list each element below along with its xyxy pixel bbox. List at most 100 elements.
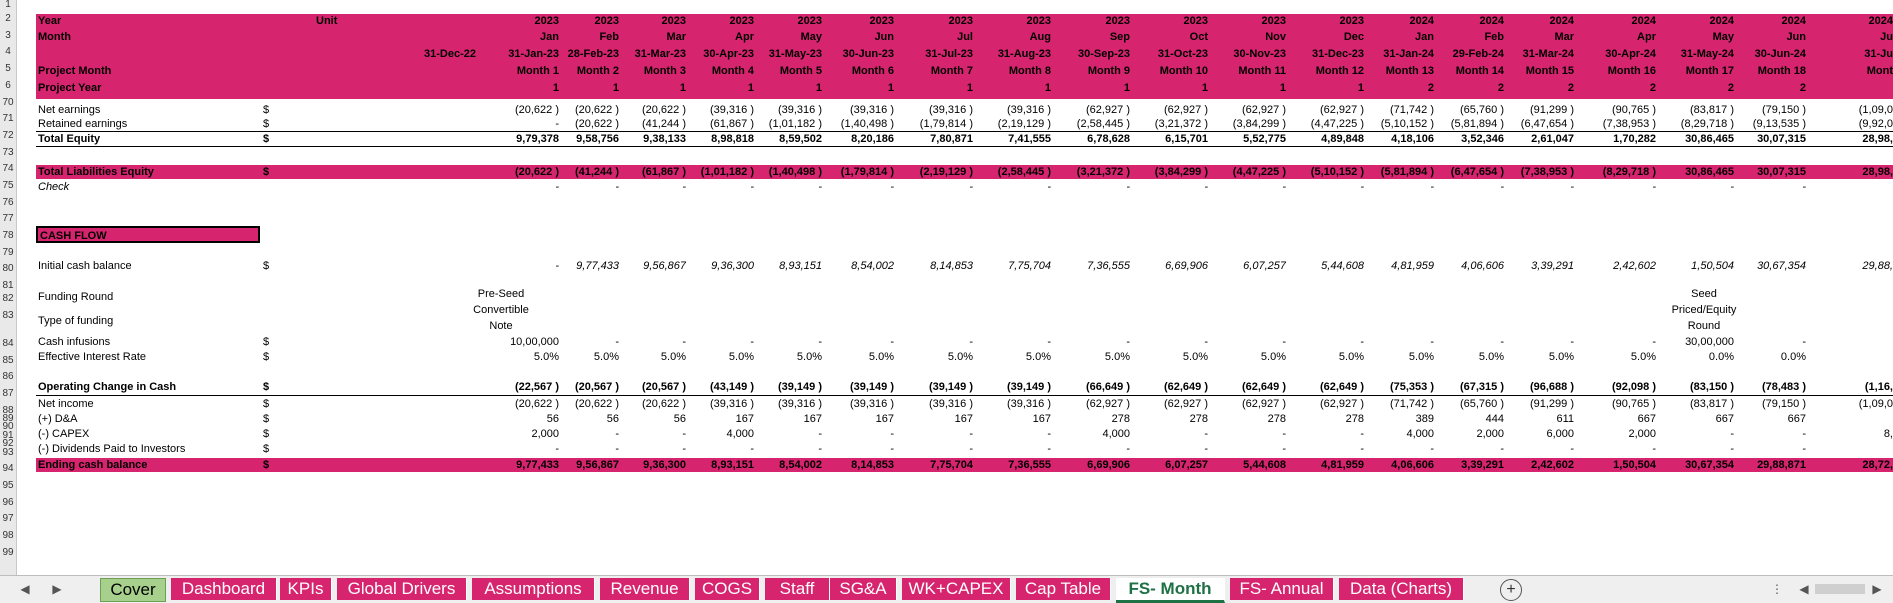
value-cell[interactable]: -: [1356, 181, 1434, 194]
header-dates[interactable]: 31-May-24: [1660, 48, 1734, 61]
value-cell[interactable]: 389: [1356, 413, 1434, 426]
row-number[interactable]: 78: [0, 229, 16, 243]
value-cell[interactable]: 7,41,555: [973, 133, 1051, 146]
value-cell[interactable]: (78,483 ): [1728, 381, 1806, 394]
value-cell[interactable]: 5.0%: [1356, 351, 1434, 364]
header-dates[interactable]: 28-Feb-23: [545, 48, 619, 61]
value-cell[interactable]: -: [1286, 443, 1364, 456]
value-cell[interactable]: (75,353 ): [1356, 381, 1434, 394]
value-cell[interactable]: 30,86,465: [1656, 133, 1734, 146]
value-cell[interactable]: 5.0%: [973, 351, 1051, 364]
header-dates[interactable]: 31-May-23: [748, 48, 822, 61]
row-number[interactable]: 5: [0, 62, 16, 76]
value-cell[interactable]: -: [1208, 181, 1286, 194]
value-cell[interactable]: (62,649 ): [1130, 381, 1208, 394]
header-project-months[interactable]: Month 4: [680, 65, 754, 78]
value-cell[interactable]: (4,47,225 ): [1208, 166, 1286, 179]
value-cell[interactable]: 4,06,606: [1426, 260, 1504, 273]
header-project-months[interactable]: Month 15: [1500, 65, 1574, 78]
sheet-tab-fs-month[interactable]: FS- Month: [1116, 578, 1225, 603]
unit-cell[interactable]: $: [263, 413, 283, 426]
header-project-months[interactable]: Month 18: [1732, 65, 1806, 78]
value-cell[interactable]: (39,316 ): [973, 398, 1051, 411]
project-year-label[interactable]: Project Year: [38, 82, 158, 95]
unit-cell[interactable]: $: [263, 118, 283, 131]
funding-type-seed[interactable]: Priced/Equity: [1664, 304, 1744, 317]
value-cell[interactable]: 5.0%: [608, 351, 686, 364]
value-cell[interactable]: (39,149 ): [973, 381, 1051, 394]
row-number[interactable]: 4: [0, 45, 16, 59]
unit-cell[interactable]: $: [263, 133, 283, 146]
value-cell[interactable]: -: [895, 428, 973, 441]
header-years[interactable]: 2024: [1660, 15, 1734, 28]
value-cell[interactable]: (7,38,953 ): [1496, 166, 1574, 179]
value-cell[interactable]: -: [1578, 336, 1656, 349]
value-cell[interactable]: 7,75,704: [973, 260, 1051, 273]
value-cell[interactable]: (20,622 ): [608, 104, 686, 117]
value-cell[interactable]: -: [1578, 443, 1656, 456]
row-number[interactable]: 70: [0, 96, 16, 110]
value-cell[interactable]: 4,18,106: [1356, 133, 1434, 146]
row-label-total_equity[interactable]: Total Equity: [38, 133, 278, 146]
header-years[interactable]: 2024: [1732, 15, 1806, 28]
header-project-months[interactable]: Month 9: [1056, 65, 1130, 78]
header-months[interactable]: Nov: [1212, 31, 1286, 44]
value-cell[interactable]: (62,927 ): [1130, 398, 1208, 411]
value-cell[interactable]: -: [608, 336, 686, 349]
header-dates[interactable]: 31-Dec-23: [1290, 48, 1364, 61]
header-dates[interactable]: 30-Apr-24: [1582, 48, 1656, 61]
value-cell[interactable]: 0.0%: [1728, 351, 1806, 364]
value-cell[interactable]: 8,: [1815, 428, 1893, 441]
header-years[interactable]: 2023: [612, 15, 686, 28]
row-label-cash_infusions[interactable]: Cash infusions: [38, 336, 278, 349]
value-cell[interactable]: 7,36,555: [1052, 260, 1130, 273]
header-years[interactable]: 2023: [545, 15, 619, 28]
header-project-years[interactable]: 2: [1582, 82, 1656, 95]
value-cell[interactable]: 444: [1426, 413, 1504, 426]
value-cell[interactable]: (43,149 ): [676, 381, 754, 394]
scroll-left-icon[interactable]: ◀: [16, 580, 34, 598]
value-cell[interactable]: -: [1728, 428, 1806, 441]
value-cell[interactable]: 5.0%: [1426, 351, 1504, 364]
value-cell[interactable]: (39,149 ): [895, 381, 973, 394]
value-cell[interactable]: 9,38,133: [608, 133, 686, 146]
value-cell[interactable]: 8,98,818: [676, 133, 754, 146]
value-cell[interactable]: 8,59,502: [744, 133, 822, 146]
value-cell[interactable]: 8,14,853: [816, 459, 894, 472]
value-cell[interactable]: 7,36,555: [973, 459, 1051, 472]
header-project-years[interactable]: 2: [1732, 82, 1806, 95]
value-cell[interactable]: (2,19,129 ): [973, 118, 1051, 131]
value-cell[interactable]: 4,89,848: [1286, 133, 1364, 146]
value-cell[interactable]: 8,54,002: [744, 459, 822, 472]
value-cell[interactable]: 29,88,: [1815, 260, 1893, 273]
header-project-months[interactable]: Month 6: [820, 65, 894, 78]
value-cell[interactable]: (66,649 ): [1052, 381, 1130, 394]
value-cell[interactable]: -: [1496, 443, 1574, 456]
value-cell[interactable]: -: [1208, 428, 1286, 441]
value-cell[interactable]: -: [1426, 336, 1504, 349]
value-cell[interactable]: -: [1052, 443, 1130, 456]
value-cell[interactable]: 278: [1052, 413, 1130, 426]
row-number[interactable]: 74: [0, 162, 16, 176]
value-cell[interactable]: -: [973, 336, 1051, 349]
value-cell[interactable]: (8,29,718 ): [1578, 166, 1656, 179]
row-label-dividends[interactable]: (-) Dividends Paid to Investors: [38, 443, 278, 456]
more-options-icon[interactable]: ⋮: [1768, 580, 1786, 598]
header-project-years[interactable]: 2: [1500, 82, 1574, 95]
header-dates[interactable]: 31-Oct-23: [1134, 48, 1208, 61]
header-months[interactable]: Mar: [1500, 31, 1574, 44]
value-cell[interactable]: -: [1496, 336, 1574, 349]
value-cell[interactable]: -: [895, 336, 973, 349]
value-cell[interactable]: 5.0%: [1208, 351, 1286, 364]
value-cell[interactable]: 9,36,300: [676, 260, 754, 273]
value-cell[interactable]: -: [1208, 336, 1286, 349]
value-cell[interactable]: (83,150 ): [1656, 381, 1734, 394]
value-cell[interactable]: (79,150 ): [1728, 104, 1806, 117]
value-cell[interactable]: (92,098 ): [1578, 381, 1656, 394]
row-number[interactable]: 3: [0, 29, 16, 43]
value-cell[interactable]: -: [1656, 443, 1734, 456]
value-cell[interactable]: (2,58,445 ): [1052, 118, 1130, 131]
row-label-net_earnings[interactable]: Net earnings: [38, 104, 278, 117]
value-cell[interactable]: -: [973, 181, 1051, 194]
value-cell[interactable]: 28,72,: [1815, 459, 1893, 472]
